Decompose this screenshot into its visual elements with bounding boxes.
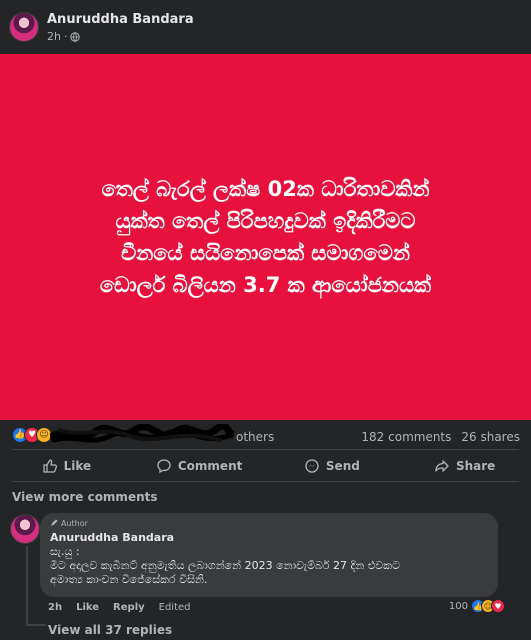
share-icon: [435, 460, 449, 472]
messenger-icon: [305, 459, 319, 473]
comment-actions: 2h Like Reply Edited: [48, 602, 191, 613]
shares-count[interactable]: 26 shares: [461, 430, 520, 444]
comment-text: සැ.යු : මීට අදාලව කැබිනට් අනුමැතිය ලබාගන…: [50, 545, 488, 587]
post-headline: තෙල් බැරල් ලක්ෂ 02ක ධාරිතාවකින් යුක්ත තෙ…: [16, 173, 516, 301]
comment-reply-button[interactable]: Reply: [113, 602, 145, 613]
comment-line: මීට අදාලව කැබිනට් අනුමැතිය ලබාගන්නේ 2023…: [50, 559, 401, 572]
reply-thread-line: [26, 546, 28, 626]
post-meta: 2h ·: [47, 30, 81, 43]
share-button[interactable]: Share: [398, 452, 531, 480]
author-avatar[interactable]: [9, 12, 39, 42]
headline-line: චීනයේ සයිනොපෙක් සමාගමෙන්: [121, 241, 410, 265]
headline-line: යුක්ත තෙල් පිරිපහදුවක් ඉදිකිරීමට: [115, 209, 416, 233]
send-label: Send: [325, 459, 360, 473]
reply-thread-connector: [26, 624, 46, 626]
send-button[interactable]: Send: [266, 452, 399, 480]
comment-reaction-count: 100: [448, 600, 468, 612]
post-image[interactable]: තෙල් බැරල් ලක්ෂ 02ක ධාරිතාවකින් යුක්ත තෙ…: [0, 54, 531, 420]
comment-like-button[interactable]: Like: [76, 602, 99, 613]
post-author-name[interactable]: Anuruddha Bandara: [47, 12, 194, 27]
redaction-scribble: [50, 424, 234, 443]
comment-edited-label[interactable]: Edited: [159, 602, 191, 613]
reactions-row: 👍 ♥ ☺ others 182 comments 26 shares: [0, 424, 531, 448]
view-more-comments-link[interactable]: View more comments: [12, 490, 158, 504]
comment-time[interactable]: 2h: [48, 602, 62, 613]
post-header: Anuruddha Bandara 2h ·: [0, 0, 531, 54]
pen-icon: [51, 519, 58, 526]
comments-count[interactable]: 182 comments: [361, 430, 451, 444]
like-button[interactable]: Like: [0, 452, 133, 480]
post-time[interactable]: 2h: [47, 30, 61, 43]
like-label: Like: [63, 459, 92, 473]
view-replies-link[interactable]: View all 37 replies: [48, 623, 172, 637]
reaction-icons[interactable]: 👍 ♥ ☺: [12, 427, 52, 443]
divider: [12, 449, 519, 450]
author-badge-label: Author: [61, 518, 88, 528]
comment-icon: [157, 459, 171, 474]
reactions-others[interactable]: others: [236, 430, 274, 444]
love-icon: ♥: [491, 599, 505, 613]
meta-separator: ·: [63, 30, 68, 43]
headline-line: ඩොලර් බිලියන 3.7 ක ආයෝජනයක්: [99, 273, 432, 297]
comment-label: Comment: [177, 459, 243, 473]
comment-author-avatar[interactable]: [10, 514, 40, 544]
comment-bubble: Author Anuruddha Bandara සැ.යු : මීට අදා…: [40, 513, 498, 597]
author-badge: Author: [50, 518, 488, 528]
comment-reactions[interactable]: 100 👍 ☺ ♥: [448, 599, 505, 613]
post-action-bar: Like Comment Send Share: [0, 452, 531, 480]
divider: [12, 481, 519, 482]
comment-button[interactable]: Comment: [133, 452, 266, 480]
thumbs-up-icon: [42, 459, 57, 473]
share-label: Share: [455, 459, 496, 473]
globe-icon: [70, 31, 81, 42]
comment-line: අමාත්‍ය කාංචන විජේසේකර විසිනි.: [50, 573, 208, 586]
headline-line: තෙල් බැරල් ලක්ෂ 02ක ධාරිතාවකින්: [101, 177, 430, 201]
comment-author-name[interactable]: Anuruddha Bandara: [50, 531, 488, 544]
comment-line: සැ.යු :: [50, 545, 80, 558]
post-counts: 182 comments 26 shares: [361, 430, 520, 444]
